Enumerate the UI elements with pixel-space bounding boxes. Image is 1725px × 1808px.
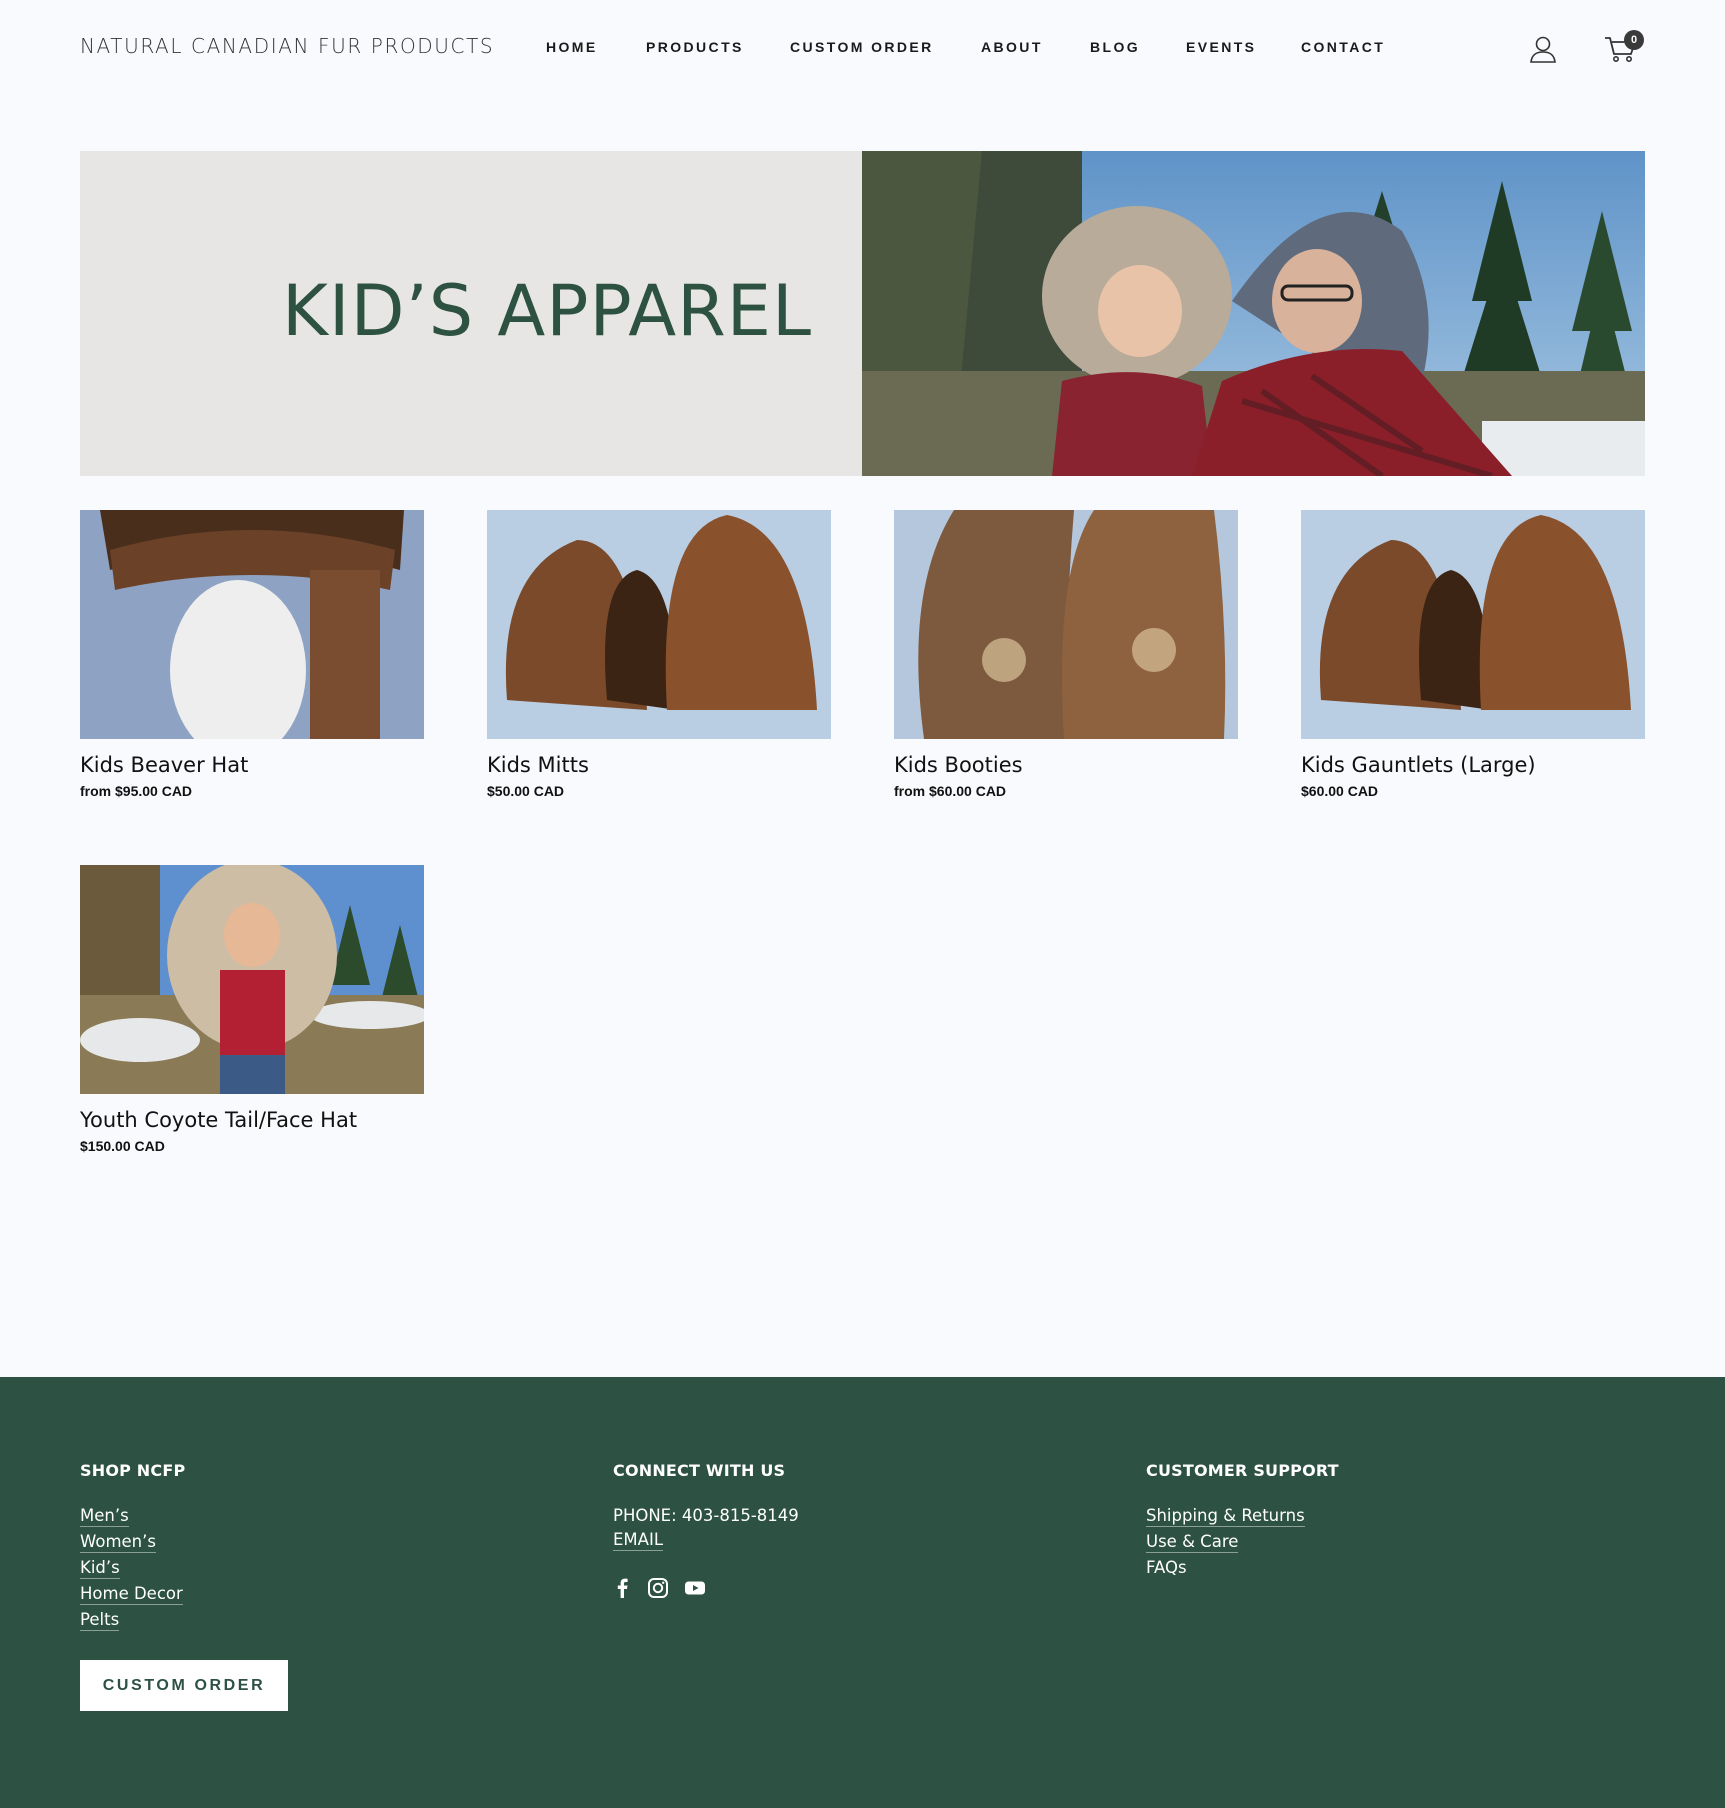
- product-name[interactable]: Kids Beaver Hat: [80, 753, 424, 777]
- product-image[interactable]: [894, 510, 1238, 739]
- cart-count-badge: 0: [1624, 30, 1644, 50]
- footer-link-shipping-returns[interactable]: Shipping & Returns: [1146, 1506, 1305, 1527]
- product-card[interactable]: Kids Mitts $50.00 CAD: [487, 510, 831, 799]
- footer-link-mens[interactable]: Men’s: [80, 1506, 129, 1527]
- product-price: $60.00 CAD: [1301, 783, 1379, 799]
- footer-phone: PHONE: 403-815-8149: [613, 1506, 799, 1525]
- nav-blog[interactable]: BLOG: [1090, 39, 1140, 55]
- site-logo[interactable]: NATURAL CANADIAN FUR PRODUCTS: [80, 34, 494, 58]
- hero-image: [862, 151, 1645, 476]
- product-price: $50.00 CAD: [487, 783, 565, 799]
- footer-link-faqs[interactable]: FAQs: [1146, 1558, 1339, 1577]
- custom-order-button[interactable]: CUSTOM ORDER: [80, 1660, 288, 1711]
- hero-title-panel: KID’S APPAREL: [80, 151, 862, 476]
- footer-connect-heading: CONNECT WITH US: [613, 1461, 786, 1480]
- footer-support-heading: CUSTOMER SUPPORT: [1146, 1461, 1339, 1480]
- site-header: NATURAL CANADIAN FUR PRODUCTS HOME PRODU…: [0, 0, 1725, 100]
- instagram-icon[interactable]: [647, 1577, 669, 1604]
- product-price: from $60.00 CAD: [894, 783, 1007, 799]
- product-image[interactable]: [1301, 510, 1645, 739]
- nav-contact[interactable]: CONTACT: [1301, 39, 1385, 55]
- product-price: from $95.00 CAD: [80, 783, 193, 799]
- footer-link-kids[interactable]: Kid’s: [80, 1558, 120, 1579]
- product-image[interactable]: [80, 865, 424, 1094]
- page-title: KID’S APPAREL: [282, 270, 812, 352]
- product-name[interactable]: Kids Booties: [894, 753, 1238, 777]
- product-card[interactable]: Youth Coyote Tail/Face Hat $150.00 CAD: [80, 865, 424, 1154]
- footer-support-column: CUSTOMER SUPPORT Shipping & Returns Use …: [1146, 1461, 1339, 1582]
- footer-link-pelts[interactable]: Pelts: [80, 1610, 120, 1631]
- youtube-icon[interactable]: [684, 1577, 706, 1604]
- site-footer: SHOP NCFP Men’s Women’s Kid’s Home Decor…: [0, 1377, 1725, 1808]
- nav-about[interactable]: ABOUT: [981, 39, 1043, 55]
- footer-connect-column: CONNECT WITH US PHONE: 403-815-8149 EMAI…: [613, 1461, 799, 1556]
- product-card[interactable]: Kids Gauntlets (Large) $60.00 CAD: [1301, 510, 1645, 799]
- product-price: $150.00 CAD: [80, 1138, 165, 1154]
- product-name[interactable]: Kids Gauntlets (Large): [1301, 753, 1645, 777]
- footer-link-use-care[interactable]: Use & Care: [1146, 1532, 1239, 1553]
- footer-shop-column: SHOP NCFP Men’s Women’s Kid’s Home Decor…: [80, 1461, 185, 1636]
- product-name[interactable]: Kids Mitts: [487, 753, 831, 777]
- footer-email-link[interactable]: EMAIL: [613, 1530, 664, 1551]
- nav-events[interactable]: EVENTS: [1186, 39, 1256, 55]
- footer-shop-heading: SHOP NCFP: [80, 1461, 186, 1480]
- social-links: [613, 1577, 716, 1604]
- product-card[interactable]: Kids Booties from $60.00 CAD: [894, 510, 1238, 799]
- facebook-icon[interactable]: [613, 1577, 633, 1604]
- nav-home[interactable]: HOME: [546, 39, 598, 55]
- product-image[interactable]: [80, 510, 424, 739]
- nav-products[interactable]: PRODUCTS: [646, 39, 744, 55]
- nav-custom-order[interactable]: CUSTOM ORDER: [790, 39, 934, 55]
- product-image[interactable]: [487, 510, 831, 739]
- product-name[interactable]: Youth Coyote Tail/Face Hat: [80, 1108, 424, 1132]
- footer-link-womens[interactable]: Women’s: [80, 1532, 156, 1553]
- account-icon[interactable]: [1528, 34, 1558, 64]
- product-card[interactable]: Kids Beaver Hat from $95.00 CAD: [80, 510, 424, 799]
- footer-link-home-decor[interactable]: Home Decor: [80, 1584, 183, 1605]
